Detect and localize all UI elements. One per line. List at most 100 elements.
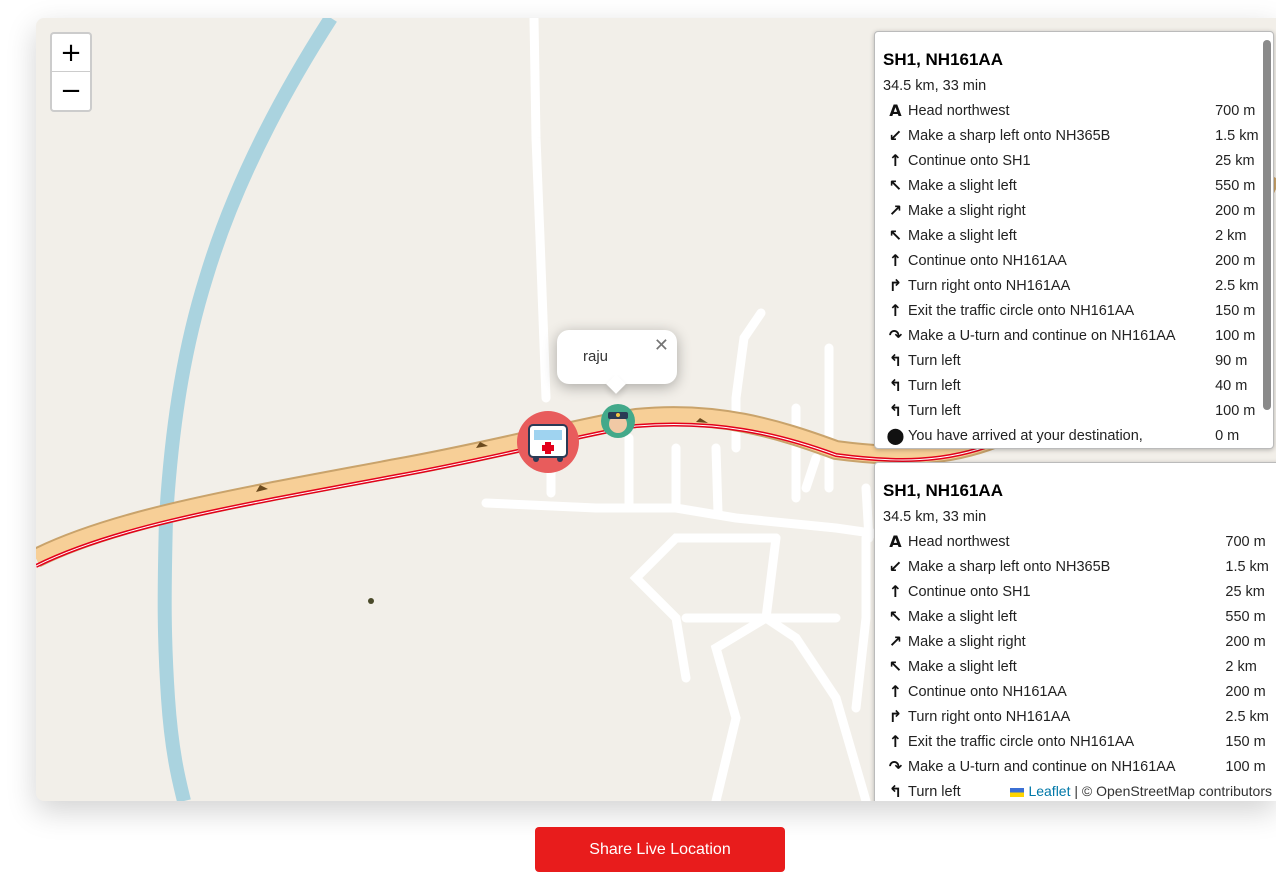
direction-icon: ↖ xyxy=(888,176,903,195)
panel-scrollbar[interactable] xyxy=(1263,40,1271,410)
route-step-row[interactable]: ↗ Make a slight right 200 m xyxy=(883,629,1276,654)
step-instruction: Turn left xyxy=(908,352,961,369)
route-steps-table: A Head northwest 700 m ↙ Make a sharp left o… xyxy=(883,98,1265,448)
route-step-row[interactable]: ⬤ You have arrived at your destination, 0 … xyxy=(883,423,1265,448)
direction-icon: ↖ xyxy=(888,226,903,245)
direction-icon: ↖ xyxy=(888,607,903,626)
step-distance: 200 m xyxy=(1225,633,1266,650)
direction-icon: ↑ xyxy=(888,582,903,601)
step-distance: 1.5 km xyxy=(1225,558,1269,575)
route-summary: 34.5 km, 33 min xyxy=(883,509,987,525)
route-step-row[interactable]: ↷ Make a U-turn and continue on NH161AA 10… xyxy=(883,754,1276,779)
step-distance: 200 m xyxy=(1215,252,1256,269)
zoom-control: + − xyxy=(50,32,92,112)
route-title: SH1, NH161AA xyxy=(883,50,1003,69)
route-step-row[interactable]: ↖ Make a slight left 2 km xyxy=(883,223,1265,248)
step-distance: 550 m xyxy=(1225,608,1266,625)
route-step-row[interactable]: ↑ Continue onto NH161AA 200 m xyxy=(883,248,1265,273)
direction-icon: ↙ xyxy=(888,557,903,576)
route-step-row[interactable]: ↑ Continue onto NH161AA 200 m xyxy=(883,679,1276,704)
police-marker[interactable] xyxy=(601,404,635,438)
route-step-row[interactable]: ↰ Turn left 90 m xyxy=(883,348,1265,373)
step-instruction: Make a sharp left onto NH365B xyxy=(908,127,1111,144)
direction-icon: ↰ xyxy=(888,401,903,420)
route-step-row[interactable]: ↱ Turn right onto NH161AA 2.5 km xyxy=(883,273,1265,298)
step-distance: 2.5 km xyxy=(1215,277,1259,294)
step-instruction: Exit the traffic circle onto NH161AA xyxy=(908,302,1135,319)
river xyxy=(157,18,337,801)
route-step-row[interactable]: ↖ Make a slight left 550 m xyxy=(883,173,1265,198)
step-instruction: Turn left xyxy=(908,402,961,419)
direction-icon: ↑ xyxy=(888,301,903,320)
direction-icon: ⬤ xyxy=(886,426,905,445)
direction-icon: ↑ xyxy=(888,732,903,751)
route-steps-table: A Head northwest 700 m ↙ Make a sharp left o… xyxy=(883,529,1276,801)
direction-icon: ↰ xyxy=(888,376,903,395)
zoom-out-button[interactable]: − xyxy=(52,71,90,109)
route-instructions-panel-1[interactable]: SH1, NH161AA 34.5 km, 33 min A Head north… xyxy=(874,31,1274,449)
direction-icon: ↑ xyxy=(888,151,903,170)
map-container[interactable]: + − raju ✕ SH1, NH161AA 34.5 km, 33 min … xyxy=(36,18,1276,801)
osm-attribution: | © OpenStreetMap contributors xyxy=(1070,783,1272,799)
direction-icon: A xyxy=(889,532,902,551)
route-step-row[interactable]: ↖ Make a slight left 550 m xyxy=(883,604,1276,629)
step-distance: 90 m xyxy=(1215,352,1248,369)
route-step-row[interactable]: ↑ Exit the traffic circle onto NH161AA 150… xyxy=(883,729,1276,754)
direction-icon: ↷ xyxy=(888,326,903,345)
route-step-row[interactable]: A Head northwest 700 m xyxy=(883,98,1265,123)
step-instruction: Make a U-turn and continue on NH161AA xyxy=(908,758,1176,775)
direction-icon: ↷ xyxy=(888,757,903,776)
marker-popup: raju ✕ xyxy=(557,330,677,394)
share-live-location-button[interactable]: Share Live Location xyxy=(535,827,785,872)
step-instruction: Head northwest xyxy=(908,533,1010,550)
step-instruction: Continue onto NH161AA xyxy=(908,683,1067,700)
step-distance: 200 m xyxy=(1215,202,1256,219)
step-instruction: Exit the traffic circle onto NH161AA xyxy=(908,733,1135,750)
route-step-row[interactable]: ↷ Make a U-turn and continue on NH161AA 10… xyxy=(883,323,1265,348)
step-distance: 700 m xyxy=(1215,102,1256,119)
step-instruction: Turn left xyxy=(908,377,961,394)
step-distance: 150 m xyxy=(1225,733,1266,750)
step-instruction: Make a slight right xyxy=(908,202,1026,219)
map-point xyxy=(368,598,374,604)
step-instruction: Turn right onto NH161AA xyxy=(908,708,1071,725)
route-step-row[interactable]: ↗ Make a slight right 200 m xyxy=(883,198,1265,223)
route-step-row[interactable]: ↰ Turn left 100 m xyxy=(883,398,1265,423)
step-distance: 200 m xyxy=(1225,683,1266,700)
route-step-row[interactable]: ↖ Make a slight left 2 km xyxy=(883,654,1276,679)
step-instruction: Turn right onto NH161AA xyxy=(908,277,1071,294)
step-instruction: Make a slight right xyxy=(908,633,1026,650)
ambulance-marker[interactable] xyxy=(517,411,579,473)
route-step-row[interactable]: ↰ Turn left 40 m xyxy=(883,373,1265,398)
route-step-row[interactable]: ↑ Continue onto SH1 25 km xyxy=(883,579,1276,604)
route-step-row[interactable]: ↙ Make a sharp left onto NH365B 1.5 km xyxy=(883,554,1276,579)
map-attribution: Leaflet | © OpenStreetMap contributors xyxy=(1006,781,1276,801)
direction-icon: ↰ xyxy=(888,351,903,370)
step-instruction: Make a slight left xyxy=(908,177,1017,194)
direction-icon: ↑ xyxy=(888,682,903,701)
step-instruction: Make a slight left xyxy=(908,608,1017,625)
direction-icon: ↗ xyxy=(888,201,903,220)
direction-icon: ↗ xyxy=(888,632,903,651)
route-instructions-panel-2[interactable]: SH1, NH161AA 34.5 km, 33 min A Head north… xyxy=(874,462,1276,801)
step-instruction: Make a slight left xyxy=(908,227,1017,244)
popup-close-icon[interactable]: ✕ xyxy=(654,335,669,356)
direction-icon: A xyxy=(889,101,902,120)
step-instruction: Make a slight left xyxy=(908,658,1017,675)
step-distance: 100 m xyxy=(1215,327,1256,344)
step-distance: 40 m xyxy=(1215,377,1248,394)
zoom-in-button[interactable]: + xyxy=(52,34,90,71)
direction-icon: ↙ xyxy=(888,126,903,145)
popup-text: raju xyxy=(583,348,609,365)
leaflet-link[interactable]: Leaflet xyxy=(1028,783,1070,799)
route-step-row[interactable]: ↱ Turn right onto NH161AA 2.5 km xyxy=(883,704,1276,729)
step-distance: 150 m xyxy=(1215,302,1256,319)
route-step-row[interactable]: ↑ Continue onto SH1 25 km xyxy=(883,148,1265,173)
route-step-row[interactable]: A Head northwest 700 m xyxy=(883,529,1276,554)
step-distance: 100 m xyxy=(1215,402,1256,419)
route-step-row[interactable]: ↑ Exit the traffic circle onto NH161AA 150… xyxy=(883,298,1265,323)
route-summary: 34.5 km, 33 min xyxy=(883,78,987,94)
step-distance: 550 m xyxy=(1215,177,1256,194)
step-instruction: Head northwest xyxy=(908,102,1010,119)
route-step-row[interactable]: ↙ Make a sharp left onto NH365B 1.5 km xyxy=(883,123,1265,148)
